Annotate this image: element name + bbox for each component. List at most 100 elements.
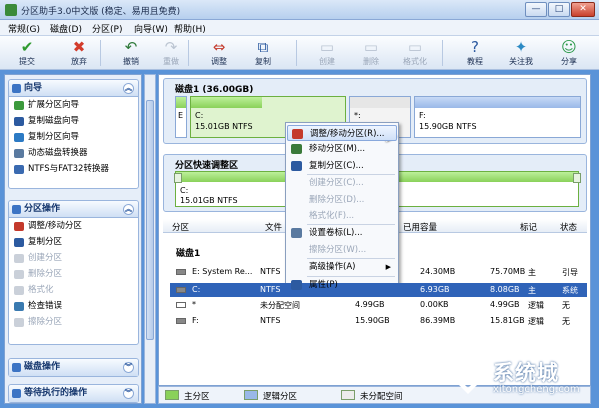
partition-op-item[interactable]: 擦除分区 [9,314,138,330]
col-filesystem[interactable]: 文件 [265,221,282,233]
row-status: 无 [562,317,570,326]
partition-ops-icon [12,205,21,214]
context-menu-item[interactable]: 创建分区(C)... [287,175,397,191]
partition-op-item[interactable]: 复制分区 [9,234,138,250]
legend-label: 逻辑分区 [263,392,298,402]
format-icon: ▭ [407,38,423,56]
partition-op-label: 调整/移动分区 [28,221,82,231]
context-menu-item[interactable]: 属性(P) [287,277,397,293]
menu-wizard[interactable]: 向导(W) [134,22,168,35]
context-menu-label: 创建分区(C)... [309,178,364,189]
app-icon [5,4,17,16]
toolbar-share-button[interactable]: ☺ 分享 [546,37,592,69]
wizard-item[interactable]: 复制分区向导 [9,129,138,145]
menu-disk[interactable]: 磁盘(D) [50,22,82,35]
table-row[interactable]: * 未分配空间 4.99GB 0.00KB 4.99GB 逻辑 无 [170,298,587,312]
menu-general[interactable]: 常规(G) [8,22,40,35]
wizard-item[interactable]: NTFS与FAT32转换器 [9,161,138,177]
sidebar-scroll-thumb[interactable] [146,100,154,340]
context-menu-item[interactable]: 删除分区(D)... [287,192,397,208]
toolbar-follow-button[interactable]: ✦ 关注我 [498,37,544,69]
row-filesystem: NTFS [260,267,281,276]
disk-ops-header[interactable]: 磁盘操作 ︾ [9,359,138,376]
resize-handle-right[interactable] [573,173,581,183]
wizard-title: 向导 [24,83,43,93]
toolbar-delete-button[interactable]: ▭ 删除 [348,37,394,69]
col-status[interactable]: 状态 [560,221,577,233]
legend-swatch [165,390,179,400]
watermark-url: xitongcheng.com [493,384,580,395]
toolbar-label: 关注我 [509,57,533,66]
unallocated-letter: *: [354,111,361,120]
partition-op-item[interactable]: 调整/移动分区 [9,218,138,234]
wizard-item-icon [14,133,24,142]
collapse-icon[interactable]: ︽ [123,204,134,215]
toolbar-create-button[interactable]: ▭ 创建 [304,37,350,69]
legend-swatch [341,390,355,400]
legend-label: 未分配空间 [360,392,403,402]
wizard-item[interactable]: 扩展分区向导 [9,97,138,113]
toolbar-cross-button[interactable]: ✖ 放弃 [56,37,102,69]
context-menu-item[interactable]: 擦除分区(W)... [287,242,397,258]
expand-icon[interactable]: ︾ [123,362,134,373]
toolbar-label: 删除 [363,57,379,66]
partition-ops-title: 分区操作 [24,204,61,214]
resize-handle-left[interactable] [174,173,182,183]
partition-op-item[interactable]: 检查错误 [9,298,138,314]
context-menu-item[interactable]: 高级操作(A) ▶ [287,259,397,275]
wizard-item-label: 动态磁盘转换器 [28,148,88,158]
close-button[interactable]: ✕ [571,2,595,17]
context-menu-label: 移动分区(M)... [309,144,366,155]
partition-ops-header[interactable]: 分区操作 ︽ [9,201,138,218]
toolbar-help-button[interactable]: ? 教程 [452,37,498,69]
minimize-button[interactable]: — [525,2,547,17]
table-row[interactable]: F: NTFS 15.90GB 86.39MB 15.81GB 逻辑 无 [170,314,587,328]
partition-op-label: 删除分区 [28,269,63,279]
maximize-button[interactable]: □ [548,2,570,17]
watermark-text: 系统城 [493,361,559,385]
menu-help[interactable]: 帮助(H) [174,22,206,35]
wizard-item-label: 扩展分区向导 [28,100,80,110]
context-menu-item[interactable]: 移动分区(M)... [287,141,397,157]
toolbar-resize-button[interactable]: ⇔ 调整 [196,37,242,69]
row-free: 75.70MB [490,267,526,276]
toolbar-label: 创建 [319,57,335,66]
row-used: 86.39MB [420,316,456,325]
pending-header[interactable]: 等待执行的操作 ︾ [9,385,138,402]
partition-e-letter: E [178,111,184,120]
partition-op-item[interactable]: 删除分区 [9,266,138,282]
collapse-icon[interactable]: ︽ [123,83,134,94]
wizard-item[interactable]: 动态磁盘转换器 [9,145,138,161]
wizard-section: 向导 ︽ 扩展分区向导复制磁盘向导 复制分区向导动态磁盘转换器 NTFS与FAT32转… [8,79,139,189]
context-menu-item[interactable]: 格式化(F)... [287,208,397,224]
col-used[interactable]: 已用容量 [403,221,437,233]
toolbar-label: 调整 [211,57,227,66]
partition-f-block[interactable]: F: 15.90GB NTFS [414,96,581,138]
context-menu-item[interactable]: 复制分区(C)... [287,158,397,174]
toolbar-format-button[interactable]: ▭ 格式化 [392,37,438,69]
context-menu-item[interactable]: 调整/移动分区(R)... [287,125,397,141]
context-menu-item[interactable]: 设置卷标(L)... [287,225,397,241]
row-partition: F: [192,316,199,325]
resize-icon [292,129,303,139]
partition-op-icon [14,254,24,263]
disk-ops-title: 磁盘操作 [24,362,61,372]
resize-icon: ⇔ [212,38,226,56]
col-partition[interactable]: 分区 [172,221,189,233]
create-icon: ▭ [319,38,335,56]
toolbar-copy-disk-button[interactable]: ⧉ 复制 [240,37,286,69]
partition-e-block[interactable]: E [175,96,187,138]
partition-op-label: 检查错误 [28,301,63,311]
disk-ops-icon [12,363,21,372]
partition-op-item[interactable]: 格式化 [9,282,138,298]
toolbar-check-button[interactable]: ✔ 提交 [4,37,50,69]
wizard-item[interactable]: 复制磁盘向导 [9,113,138,129]
wizard-header[interactable]: 向导 ︽ [9,80,138,97]
partition-op-item[interactable]: 创建分区 [9,250,138,266]
row-partition: C: [192,285,201,294]
partition-f-bar [415,97,580,108]
expand-icon[interactable]: ︾ [123,388,134,399]
menu-partition[interactable]: 分区(P) [92,22,122,35]
col-flag[interactable]: 标记 [520,221,537,233]
wizard-item-label: NTFS与FAT32转换器 [28,164,109,174]
